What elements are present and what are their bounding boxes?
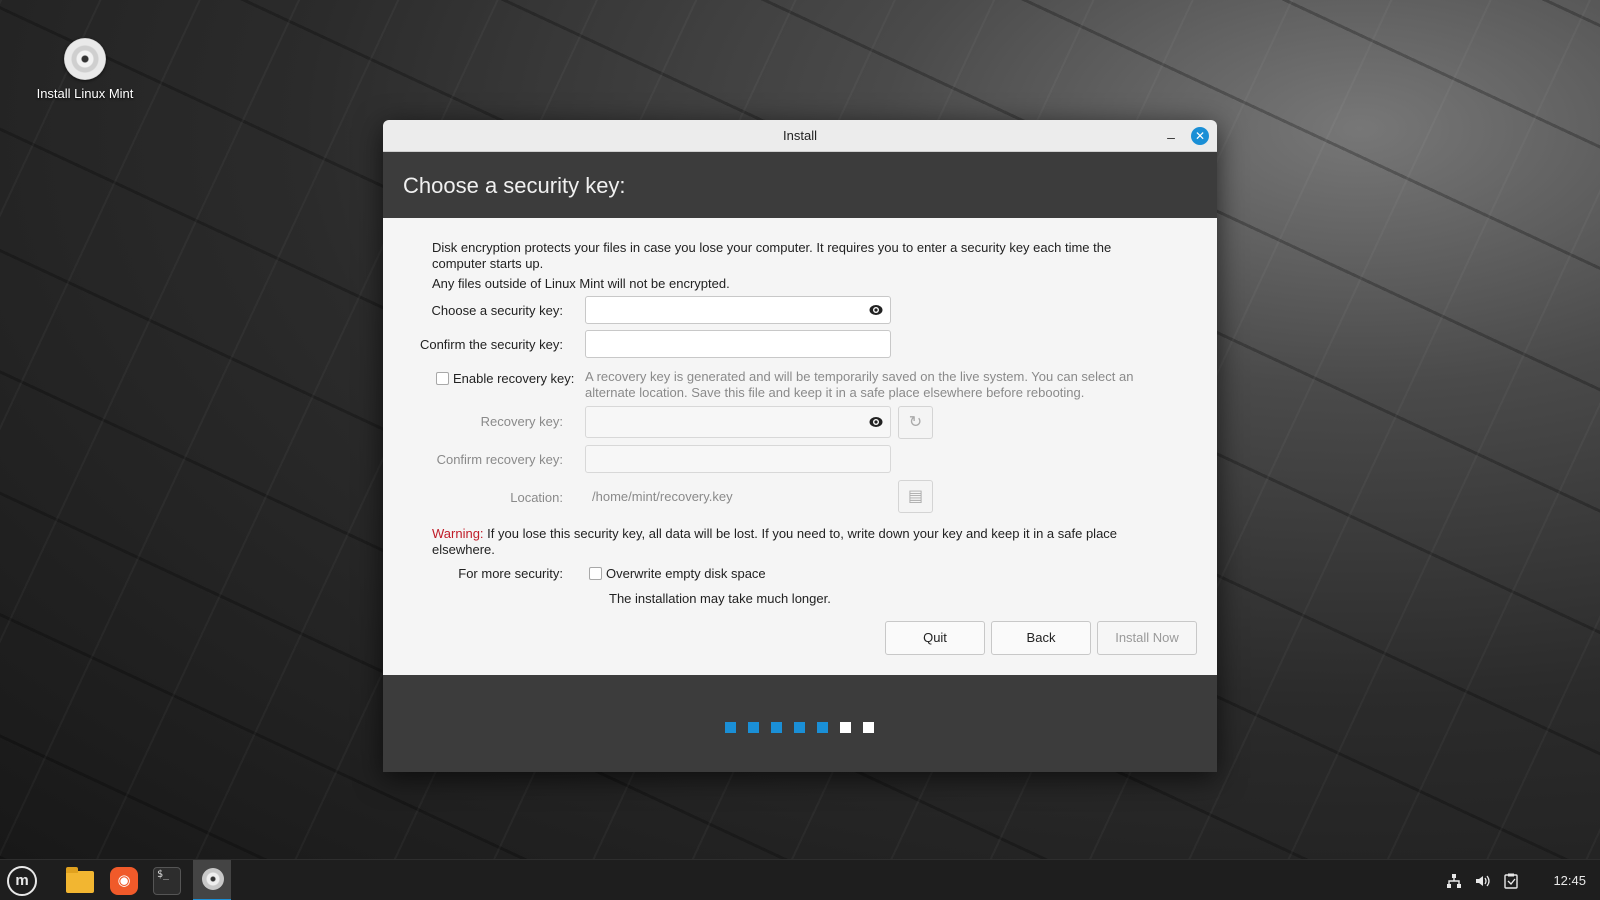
window-title: Install [783, 128, 817, 143]
location-label: Location: [510, 490, 563, 505]
confirm-key-field[interactable] [585, 330, 891, 358]
encryption-note: Any files outside of Linux Mint will not… [432, 276, 730, 291]
clock[interactable]: 12:45 [1553, 860, 1586, 900]
progress-step-4 [794, 722, 805, 733]
recovery-key-field[interactable] [585, 406, 891, 438]
choose-key-field[interactable] [585, 296, 891, 324]
warning-message: Warning: If you lose this security key, … [432, 526, 1142, 558]
confirm-recovery-label: Confirm recovery key: [436, 452, 563, 467]
overwrite-note: The installation may take much longer. [609, 591, 831, 606]
firefox-icon[interactable]: ◉ [110, 867, 138, 895]
minimize-button[interactable]: – [1161, 120, 1181, 152]
overwrite-checkbox[interactable] [589, 567, 602, 580]
regenerate-key-button[interactable]: ↻ [898, 406, 933, 439]
confirm-recovery-field[interactable] [585, 445, 891, 473]
close-button[interactable]: ✕ [1191, 127, 1209, 145]
file-icon: ▤ [907, 488, 924, 505]
recovery-key-label: Recovery key: [480, 414, 563, 429]
progress-step-6 [840, 722, 851, 733]
progress-step-2 [748, 722, 759, 733]
files-icon[interactable] [66, 867, 94, 893]
desktop-icon-label: Install Linux Mint [36, 86, 134, 101]
warning-prefix: Warning: [432, 526, 484, 541]
recovery-checkbox[interactable] [436, 372, 449, 385]
refresh-icon: ↻ [908, 414, 923, 431]
quit-button[interactable]: Quit [885, 621, 985, 655]
location-value: /home/mint/recovery.key [592, 489, 733, 504]
taskbar: m ◉ $_ 12:45 [0, 859, 1600, 900]
page-title: Choose a security key: [383, 152, 1217, 218]
install-now-button[interactable]: Install Now [1097, 621, 1197, 655]
terminal-icon[interactable]: $_ [153, 867, 181, 895]
taskbar-installer-item[interactable] [193, 860, 231, 900]
enable-recovery-toggle[interactable]: Enable recovery key: [436, 371, 574, 386]
progress-step-3 [771, 722, 782, 733]
warning-text: If you lose this security key, all data … [432, 526, 1118, 557]
progress-step-1 [725, 722, 736, 733]
eye-icon[interactable] [869, 304, 883, 316]
volume-icon[interactable] [1474, 860, 1490, 900]
progress-step-5 [817, 722, 828, 733]
window-titlebar[interactable]: Install – ✕ [383, 120, 1217, 152]
progress-step-7 [863, 722, 874, 733]
disc-icon [202, 868, 224, 890]
installer-window: Install – ✕ Choose a security key: Disk … [383, 120, 1217, 772]
recovery-description: A recovery key is generated and will be … [585, 369, 1134, 400]
overwrite-toggle[interactable]: Overwrite empty disk space [589, 566, 766, 581]
overwrite-label: Overwrite empty disk space [606, 566, 766, 581]
confirm-key-label: Confirm the security key: [419, 337, 563, 352]
more-security-label: For more security: [458, 566, 563, 581]
progress-footer [383, 675, 1217, 772]
eye-icon[interactable] [869, 416, 883, 428]
progress-dots [725, 722, 874, 733]
mint-menu-icon[interactable]: m [7, 866, 37, 896]
back-button[interactable]: Back [991, 621, 1091, 655]
encryption-description: Disk encryption protects your files in c… [432, 240, 1112, 271]
choose-location-button[interactable]: ▤ [898, 480, 933, 513]
choose-key-label: Choose a security key: [431, 303, 563, 318]
desktop-icon-install-linux-mint[interactable]: Install Linux Mint [24, 38, 146, 101]
disc-icon [64, 38, 106, 80]
clipboard-icon[interactable] [1504, 860, 1518, 900]
recovery-checkbox-label: Enable recovery key: [453, 371, 575, 386]
form-panel: Disk encryption protects your files in c… [383, 218, 1217, 675]
network-icon[interactable] [1446, 860, 1462, 900]
